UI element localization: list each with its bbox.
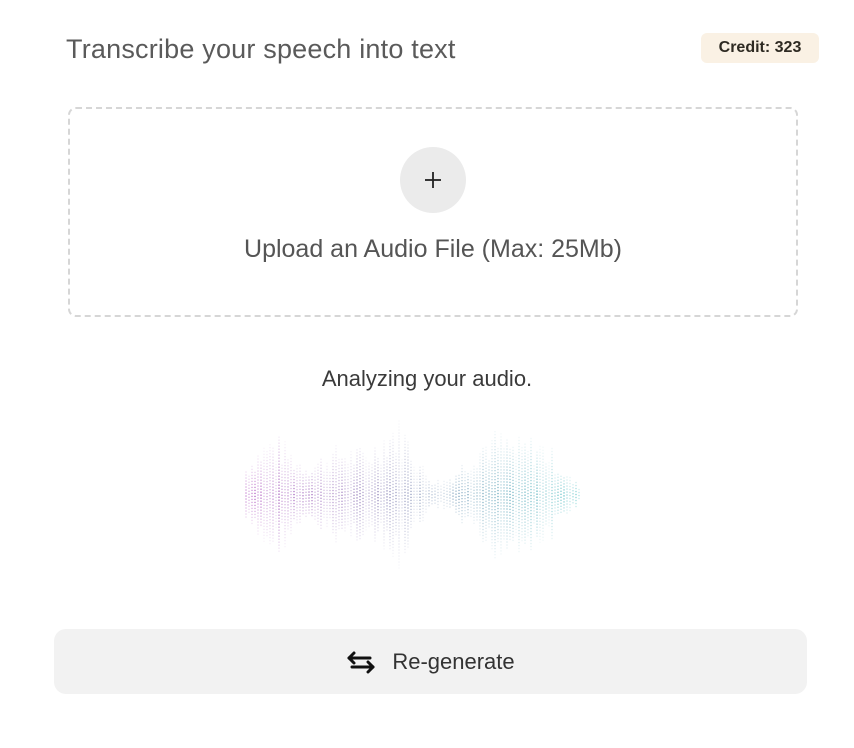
page-title: Transcribe your speech into text [66,34,456,64]
plus-icon [425,172,441,188]
audio-upload-dropzone[interactable]: Upload an Audio File (Max: 25Mb) [68,107,798,317]
audio-waveform-graphic [245,420,580,569]
credit-badge: Credit: 323 [701,33,819,63]
regenerate-label: Re-generate [392,648,515,674]
upload-label: Upload an Audio File (Max: 25Mb) [244,235,622,263]
add-file-button[interactable] [400,147,466,213]
swap-arrows-icon [347,651,375,673]
regenerate-button[interactable]: Re-generate [54,629,807,694]
analysis-status: Analyzing your audio. [321,366,533,391]
transcription-panel: Transcribe your speech into text Credit:… [0,0,854,748]
